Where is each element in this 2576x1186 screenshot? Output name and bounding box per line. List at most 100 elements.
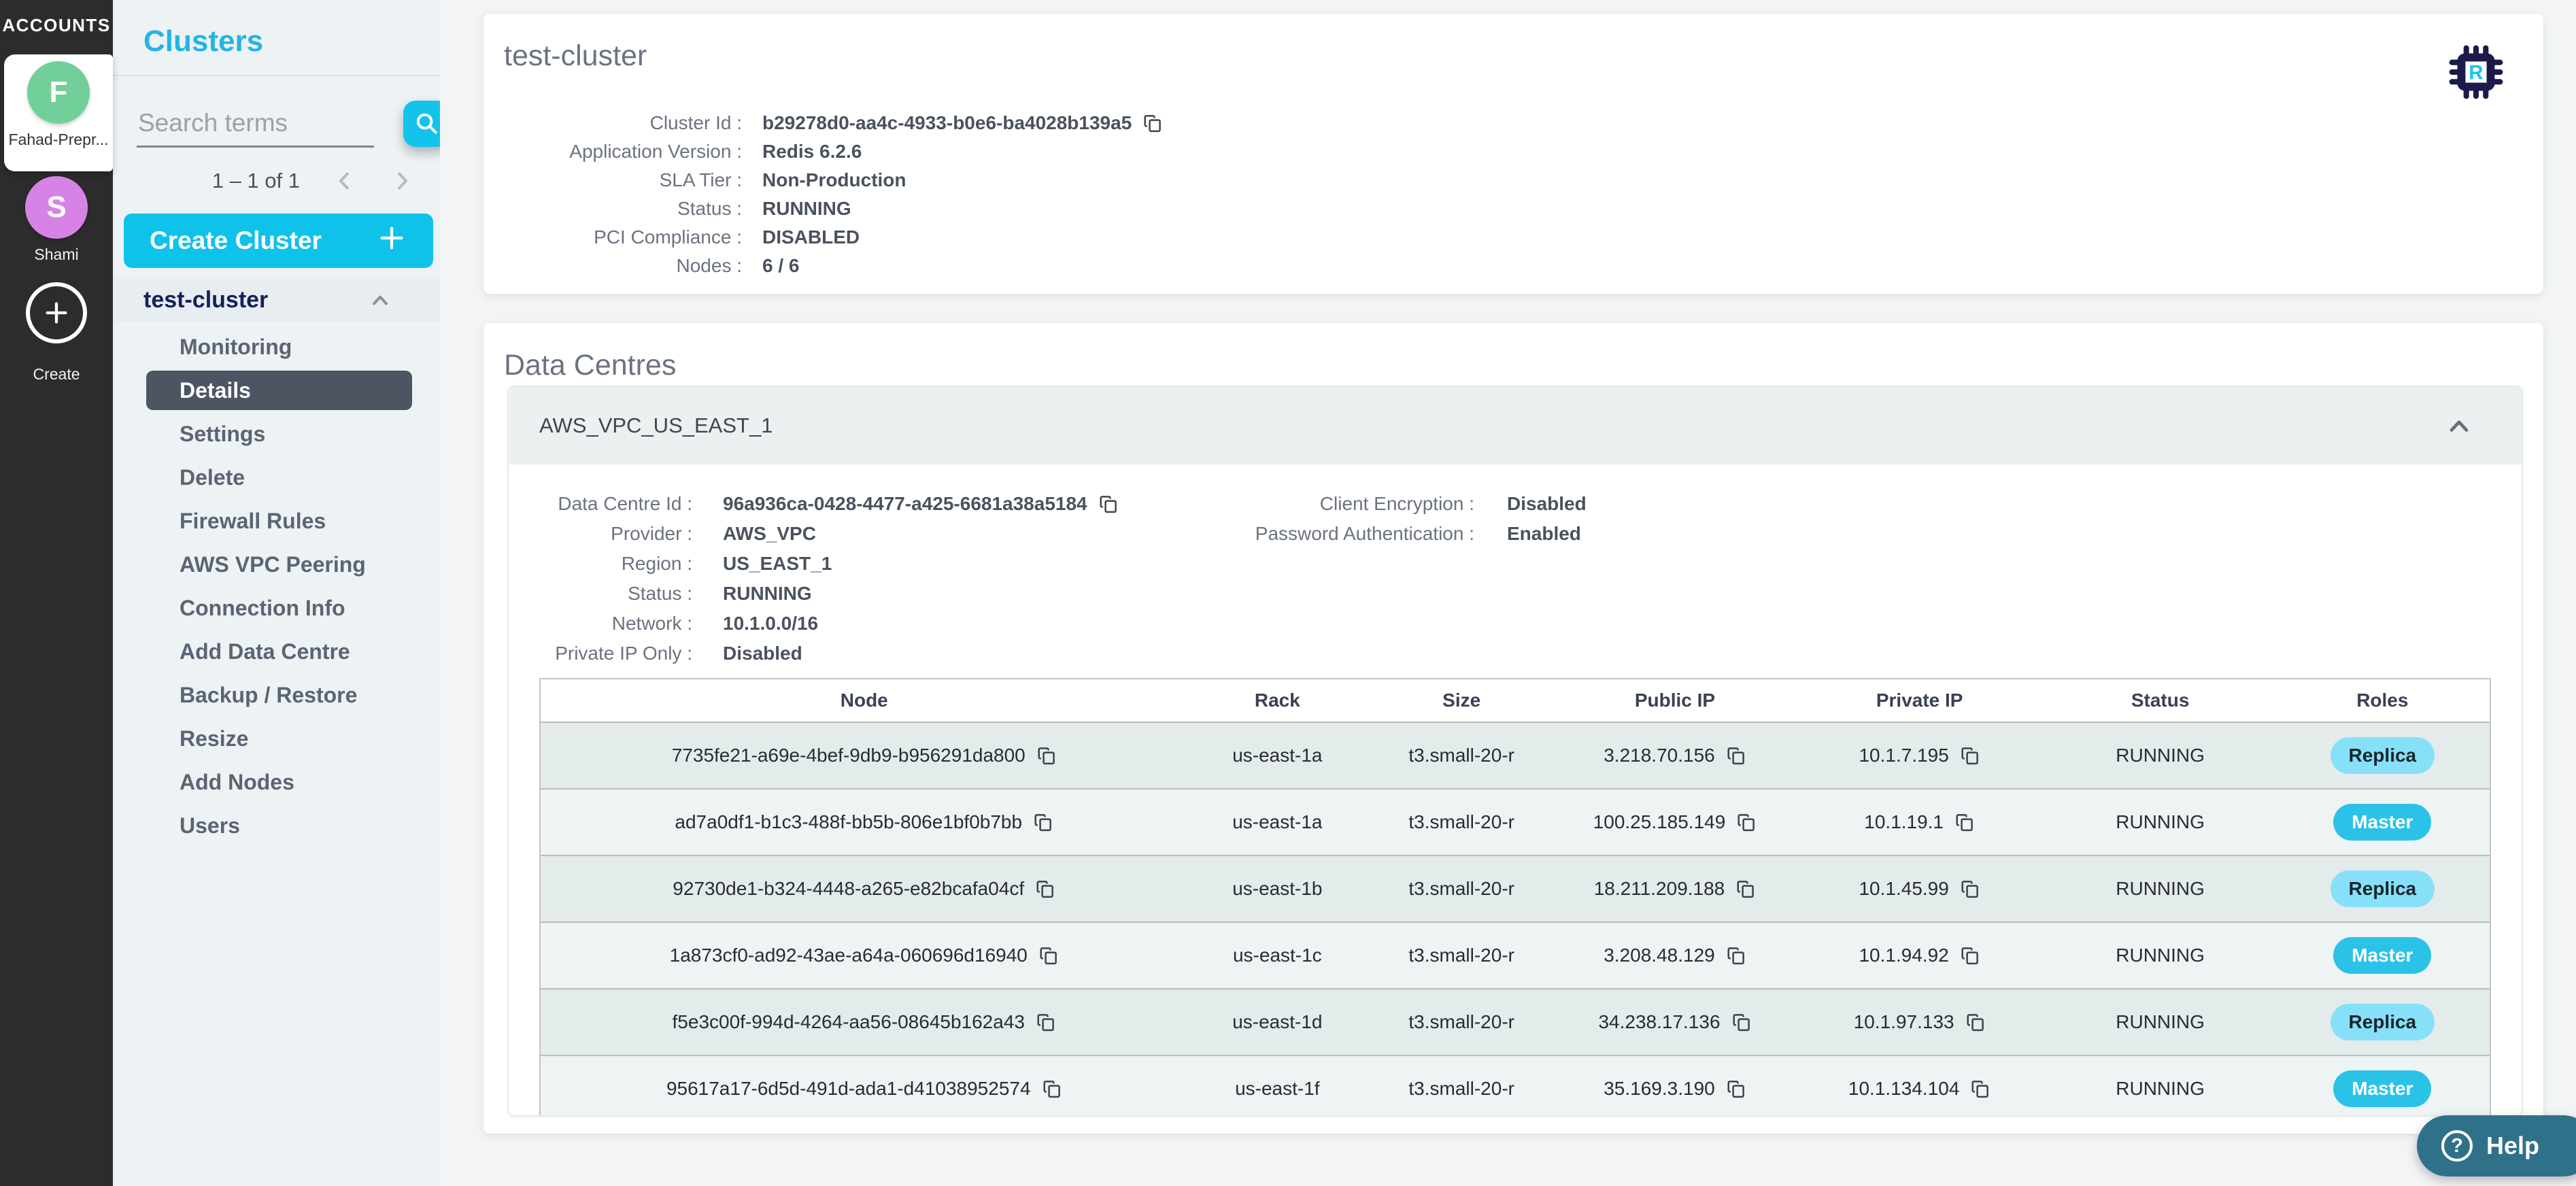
field-value: DISABLED bbox=[762, 226, 860, 248]
sidebar-item-users[interactable]: Users bbox=[113, 804, 440, 847]
pagination-next-button[interactable] bbox=[390, 169, 414, 193]
help-button[interactable]: ? Help bbox=[2417, 1115, 2576, 1176]
copy-button[interactable] bbox=[1726, 1079, 1746, 1099]
search-input[interactable] bbox=[137, 101, 374, 148]
copy-button[interactable] bbox=[1726, 745, 1746, 766]
table-row: f5e3c00f-994d-4264-aa56-08645b162a43 us-… bbox=[541, 988, 2490, 1055]
svg-text:R: R bbox=[2469, 61, 2483, 84]
table-header: Node Rack Size Public IP Private IP Stat… bbox=[541, 679, 2490, 722]
menu-label: Add Nodes bbox=[180, 770, 294, 795]
menu-label: Details bbox=[180, 378, 251, 403]
copy-button[interactable] bbox=[1965, 1012, 1986, 1032]
copy-button[interactable] bbox=[1960, 879, 1980, 899]
field-value: Redis 6.2.6 bbox=[762, 141, 862, 163]
copy-button[interactable] bbox=[1960, 945, 1980, 966]
main-content: test-cluster R Cluster Id : bbox=[440, 0, 2576, 1186]
menu-label: AWS VPC Peering bbox=[180, 552, 366, 577]
table-body: 7735fe21-a69e-4bef-9db9-b956291da800 us-… bbox=[541, 722, 2490, 1117]
sidebar-title: Clusters bbox=[143, 24, 263, 58]
copy-button[interactable] bbox=[1036, 1012, 1056, 1032]
pagination-range: 1 – 1 of 1 bbox=[212, 169, 300, 193]
field-label: Private IP Only : bbox=[539, 643, 692, 664]
node-private-ip: 10.1.19.1 bbox=[1864, 811, 1944, 833]
copy-button[interactable] bbox=[1954, 812, 1975, 832]
account-item-selected[interactable]: F Fahad-Prepr... bbox=[4, 54, 113, 171]
role-badge: Replica bbox=[2331, 870, 2435, 907]
sidebar-item-settings[interactable]: Settings bbox=[113, 412, 440, 456]
copy-button[interactable] bbox=[1042, 1079, 1062, 1099]
field-value: RUNNING bbox=[762, 198, 851, 220]
table-row: ad7a0df1-b1c3-488f-bb5b-806e1bf0b7bb us-… bbox=[541, 788, 2490, 855]
sidebar-item-connection-info[interactable]: Connection Info bbox=[113, 586, 440, 630]
node-public-ip: 3.208.48.129 bbox=[1604, 945, 1715, 966]
data-centre-name: AWS_VPC_US_EAST_1 bbox=[539, 413, 773, 438]
field-row: Private IP Only : Disabled bbox=[539, 639, 2491, 668]
plus-icon bbox=[376, 222, 407, 260]
node-rack: us-east-1a bbox=[1188, 790, 1368, 855]
chevron-up-icon bbox=[368, 288, 392, 316]
menu-label: Delete bbox=[180, 465, 245, 490]
selected-pill: Details bbox=[146, 371, 412, 410]
sidebar-item-add-nodes[interactable]: Add Nodes bbox=[113, 760, 440, 804]
copy-button[interactable] bbox=[1038, 945, 1059, 966]
search-icon bbox=[413, 110, 439, 138]
copy-button[interactable] bbox=[1035, 879, 1055, 899]
field-value: Disabled bbox=[723, 643, 802, 664]
chevron-up-icon bbox=[2444, 411, 2474, 445]
create-account-button[interactable]: Create bbox=[0, 282, 113, 384]
field-row: Password Authentication :Enabled bbox=[1206, 519, 1587, 549]
copy-button[interactable] bbox=[1098, 494, 1119, 514]
copy-button[interactable] bbox=[1735, 879, 1756, 899]
sidebar-item-firewall-rules[interactable]: Firewall Rules bbox=[113, 499, 440, 543]
field-label: Status : bbox=[504, 198, 742, 220]
sidebar-item-add-data-centre[interactable]: Add Data Centre bbox=[113, 630, 440, 673]
field-label: Data Centre Id : bbox=[539, 493, 692, 515]
cluster-fields: Cluster Id : b29278d0-aa4c-4933-b0e6-ba4… bbox=[504, 109, 1163, 280]
field-label: Application Version : bbox=[504, 141, 742, 163]
node-size: t3.small-20-r bbox=[1367, 723, 1556, 788]
sidebar-cluster-header[interactable]: test-cluster bbox=[113, 277, 440, 322]
table-row: 7735fe21-a69e-4bef-9db9-b956291da800 us-… bbox=[541, 722, 2490, 788]
copy-button[interactable] bbox=[1726, 945, 1746, 966]
field-label: Network : bbox=[539, 613, 692, 634]
data-centre-fields: Data Centre Id : 96a936ca-0428-4477-a425… bbox=[539, 489, 2491, 668]
cluster-id-value: b29278d0-aa4c-4933-b0e6-ba4028b139a5 bbox=[762, 112, 1132, 134]
avatar-initial: F bbox=[50, 75, 68, 109]
sidebar-item-backup-restore[interactable]: Backup / Restore bbox=[113, 673, 440, 717]
copy-button[interactable] bbox=[1142, 113, 1163, 133]
node-size: t3.small-20-r bbox=[1367, 790, 1556, 855]
menu-label: Users bbox=[180, 813, 240, 838]
field-label: SLA Tier : bbox=[504, 169, 742, 191]
sidebar-item-resize[interactable]: Resize bbox=[113, 717, 440, 760]
field-label: Password Authentication : bbox=[1206, 523, 1474, 545]
cluster-title: test-cluster bbox=[504, 39, 647, 73]
menu-label: Firewall Rules bbox=[180, 509, 326, 534]
data-centre-accordion: AWS_VPC_US_EAST_1 Data Centre Id : 96a93… bbox=[507, 386, 2523, 1117]
copy-button[interactable] bbox=[1036, 745, 1057, 766]
field-row: Status : RUNNING bbox=[504, 194, 1163, 223]
node-private-ip: 10.1.45.99 bbox=[1859, 878, 1948, 900]
copy-button[interactable] bbox=[1033, 812, 1053, 832]
field-value: 96a936ca-0428-4477-a425-6681a38a5184 bbox=[723, 493, 1119, 515]
pagination-prev-button[interactable] bbox=[333, 169, 357, 193]
field-label: Client Encryption : bbox=[1206, 493, 1474, 515]
create-cluster-button[interactable]: Create Cluster bbox=[124, 214, 433, 268]
node-size: t3.small-20-r bbox=[1367, 856, 1556, 921]
role-badge: Master bbox=[2333, 937, 2431, 974]
copy-button[interactable] bbox=[1970, 1079, 1990, 1099]
account-item[interactable]: S Shami bbox=[0, 176, 113, 264]
node-status: RUNNING bbox=[2046, 1056, 2275, 1117]
copy-button[interactable] bbox=[1731, 1012, 1752, 1032]
accordion-body: Data Centre Id : 96a936ca-0428-4477-a425… bbox=[509, 464, 2522, 1115]
copy-button[interactable] bbox=[1960, 745, 1980, 766]
accordion-header[interactable]: AWS_VPC_US_EAST_1 bbox=[509, 387, 2522, 464]
sidebar-item-details[interactable]: Details bbox=[113, 369, 440, 412]
node-public-ip: 34.238.17.136 bbox=[1598, 1011, 1720, 1033]
sidebar-item-aws-vpc-peering[interactable]: AWS VPC Peering bbox=[113, 543, 440, 586]
data-centres-title: Data Centres bbox=[504, 349, 676, 382]
copy-button[interactable] bbox=[1736, 812, 1757, 832]
sidebar-item-monitoring[interactable]: Monitoring bbox=[113, 325, 440, 369]
node-rack: us-east-1c bbox=[1188, 923, 1368, 988]
sidebar-item-delete[interactable]: Delete bbox=[113, 456, 440, 499]
help-label: Help bbox=[2486, 1132, 2539, 1160]
